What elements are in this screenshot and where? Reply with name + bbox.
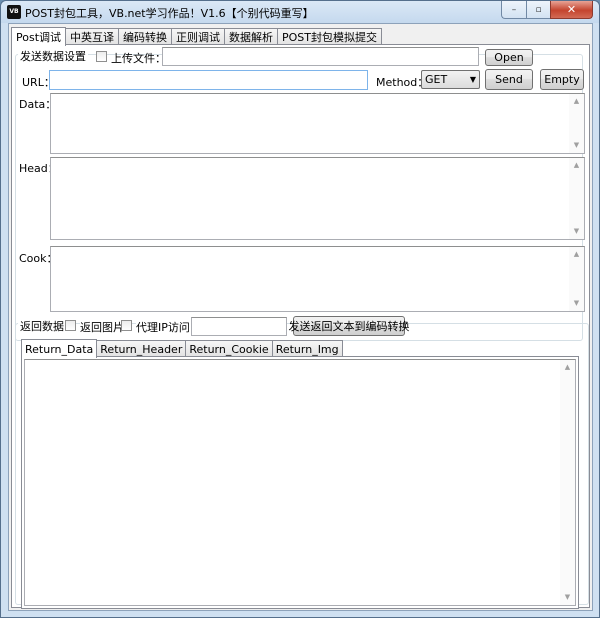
return-image-label: 返回图片 xyxy=(80,319,124,335)
return-data-textarea[interactable]: ▲ ▼ xyxy=(24,359,576,606)
open-button[interactable]: Open xyxy=(485,49,533,66)
post-debug-panel: 发送数据设置 上传文件： Open URL： Method： GET ▼ Sen… xyxy=(11,44,590,609)
window-title: POST封包工具，VB.net学习作品！V1.6【个别代码重写】 xyxy=(25,7,314,20)
method-select-value: GET xyxy=(425,73,448,86)
scroll-up-icon[interactable]: ▲ xyxy=(569,94,584,109)
title-bar[interactable]: VB POST封包工具，VB.net学习作品！V1.6【个别代码重写】 – ▫ … xyxy=(1,1,599,23)
close-button[interactable]: ✕ xyxy=(550,1,593,19)
cook-textarea[interactable]: ▲ ▼ xyxy=(50,246,585,312)
head-scrollbar[interactable]: ▲ ▼ xyxy=(569,158,584,239)
proxy-checkbox[interactable] xyxy=(121,320,132,331)
cook-scrollbar[interactable]: ▲ ▼ xyxy=(569,247,584,311)
scroll-down-icon[interactable]: ▼ xyxy=(569,224,584,239)
response-group: Return_Data Return_Header Return_Cookie … xyxy=(15,323,589,609)
maximize-button[interactable]: ▫ xyxy=(526,1,550,19)
return-image-checkbox[interactable] xyxy=(65,320,76,331)
send-to-encoding-button[interactable]: 发送返回文本到编码转换 xyxy=(289,316,410,336)
client-area: Post调试 中英互译 编码转换 正则调试 数据解析 POST封包模拟提交 发送… xyxy=(8,23,593,611)
scroll-down-icon[interactable]: ▼ xyxy=(569,296,584,311)
scroll-up-icon[interactable]: ▲ xyxy=(569,158,584,173)
head-textarea[interactable]: ▲ ▼ xyxy=(50,157,585,240)
main-tab-strip: Post调试 中英互译 编码转换 正则调试 数据解析 POST封包模拟提交 xyxy=(11,26,383,46)
return-data-scrollbar[interactable]: ▲ ▼ xyxy=(560,360,575,605)
tab-return-img[interactable]: Return_Img xyxy=(271,340,343,357)
upload-file-checkbox[interactable] xyxy=(96,51,107,62)
tab-return-header[interactable]: Return_Header xyxy=(96,340,187,357)
data-textarea[interactable]: ▲ ▼ xyxy=(50,93,585,154)
app-window: VB POST封包工具，VB.net学习作品！V1.6【个别代码重写】 – ▫ … xyxy=(0,0,600,618)
chevron-down-icon: ▼ xyxy=(469,75,476,84)
minimize-button[interactable]: – xyxy=(501,1,526,19)
upload-file-label: 上传文件： xyxy=(111,52,166,65)
tab-data-parse[interactable]: 数据解析 xyxy=(224,28,279,45)
tab-post-simulate[interactable]: POST封包模拟提交 xyxy=(277,28,383,45)
empty-button[interactable]: Empty xyxy=(540,69,584,90)
app-icon: VB xyxy=(7,5,21,19)
url-input[interactable] xyxy=(49,70,368,90)
tab-encoding[interactable]: 编码转换 xyxy=(118,28,173,45)
method-select[interactable]: GET ▼ xyxy=(421,70,480,89)
tab-regex[interactable]: 正则调试 xyxy=(171,28,226,45)
scroll-down-icon[interactable]: ▼ xyxy=(560,590,575,605)
send-settings-label: 发送数据设置 xyxy=(18,48,88,64)
proxy-input[interactable] xyxy=(191,317,287,336)
scroll-up-icon[interactable]: ▲ xyxy=(560,360,575,375)
data-scrollbar[interactable]: ▲ ▼ xyxy=(569,94,584,153)
tab-return-cookie[interactable]: Return_Cookie xyxy=(185,340,273,357)
window-controls: – ▫ ✕ xyxy=(501,1,593,20)
scroll-up-icon[interactable]: ▲ xyxy=(569,247,584,262)
response-tab-strip: Return_Data Return_Header Return_Cookie … xyxy=(21,338,343,358)
send-button[interactable]: Send xyxy=(485,69,533,90)
response-label: 返回数据 xyxy=(18,318,66,334)
tab-return-data[interactable]: Return_Data xyxy=(21,339,98,358)
scroll-down-icon[interactable]: ▼ xyxy=(569,138,584,153)
tab-post-debug[interactable]: Post调试 xyxy=(11,27,67,46)
tab-translate[interactable]: 中英互译 xyxy=(65,28,120,45)
return-data-panel: ▲ ▼ xyxy=(21,356,579,609)
upload-file-path-input[interactable] xyxy=(162,47,479,66)
